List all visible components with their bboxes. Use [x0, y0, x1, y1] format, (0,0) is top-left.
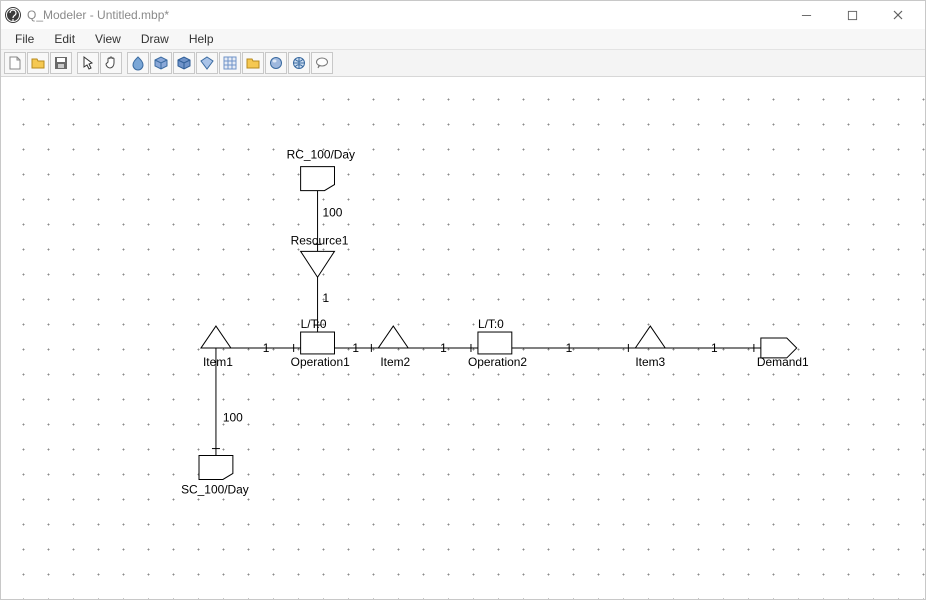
toolbar-pointer-button[interactable]: [77, 52, 99, 74]
toolbar-bubble-icon[interactable]: [311, 52, 333, 74]
node-op1[interactable]: [301, 332, 335, 354]
menu-view[interactable]: View: [85, 30, 131, 48]
toolbar-shape-diamond-icon[interactable]: [196, 52, 218, 74]
node-rc[interactable]: [301, 167, 335, 191]
maximize-button[interactable]: [829, 1, 875, 29]
label-item1: Item1: [203, 355, 233, 369]
menu-draw[interactable]: Draw: [131, 30, 179, 48]
node-item2[interactable]: [378, 326, 408, 348]
edge-label-item3-dem: 1: [711, 341, 718, 355]
close-button[interactable]: [875, 1, 921, 29]
node-resource[interactable]: [301, 251, 335, 277]
label-op1: Operation1: [291, 355, 350, 369]
menu-help[interactable]: Help: [179, 30, 224, 48]
toolbar-grid-icon[interactable]: [219, 52, 241, 74]
edge-label-op2-item3: 1: [566, 341, 573, 355]
edge-label-res-op1: 1: [323, 291, 330, 305]
toolbar-open-button[interactable]: [27, 52, 49, 74]
node-sc[interactable]: [199, 456, 233, 480]
label-sc: SC_100/Day: [181, 482, 249, 496]
node-op2[interactable]: [478, 332, 512, 354]
edge-label-item1-op1: 1: [263, 341, 270, 355]
menu-bar: File Edit View Draw Help: [1, 29, 925, 50]
toolbar: [1, 50, 925, 77]
toolbar-shape-cube2-icon[interactable]: [173, 52, 195, 74]
label-resource: Resource1: [291, 233, 349, 247]
edge-label-item2-op2: 1: [440, 341, 447, 355]
label-demand: Demand1: [757, 355, 809, 369]
label-item3: Item3: [635, 355, 665, 369]
toolbar-globe-icon[interactable]: [288, 52, 310, 74]
menu-file[interactable]: File: [5, 30, 44, 48]
minimize-button[interactable]: [783, 1, 829, 29]
app-icon: [5, 7, 21, 23]
label-rc: RC_100/Day: [287, 148, 355, 162]
label-item2: Item2: [380, 355, 410, 369]
edge-label-item1-sc: 100: [223, 411, 243, 425]
toolbar-save-button[interactable]: [50, 52, 72, 74]
title-bar: Q_Modeler - Untitled.mbp*: [1, 1, 925, 29]
toolbar-folder-icon[interactable]: [242, 52, 264, 74]
label-op2: Operation2: [468, 355, 527, 369]
edge-label-op1-item2: 1: [352, 341, 359, 355]
node-item3[interactable]: [635, 326, 665, 348]
label-op1-lt: L/T:0: [301, 317, 327, 331]
node-item1[interactable]: [201, 326, 231, 348]
toolbar-new-button[interactable]: [4, 52, 26, 74]
window-title: Q_Modeler - Untitled.mbp*: [27, 8, 783, 22]
toolbar-sphere-icon[interactable]: [265, 52, 287, 74]
toolbar-shape-drop-icon[interactable]: [127, 52, 149, 74]
canvas[interactable]: RC_100/Day Resource1 Item1 Operation1 It…: [1, 77, 925, 599]
label-op2-lt: L/T:0: [478, 317, 504, 331]
edge-label-rc-res: 100: [323, 205, 343, 219]
toolbar-pan-button[interactable]: [100, 52, 122, 74]
menu-edit[interactable]: Edit: [44, 30, 85, 48]
toolbar-shape-cube1-icon[interactable]: [150, 52, 172, 74]
